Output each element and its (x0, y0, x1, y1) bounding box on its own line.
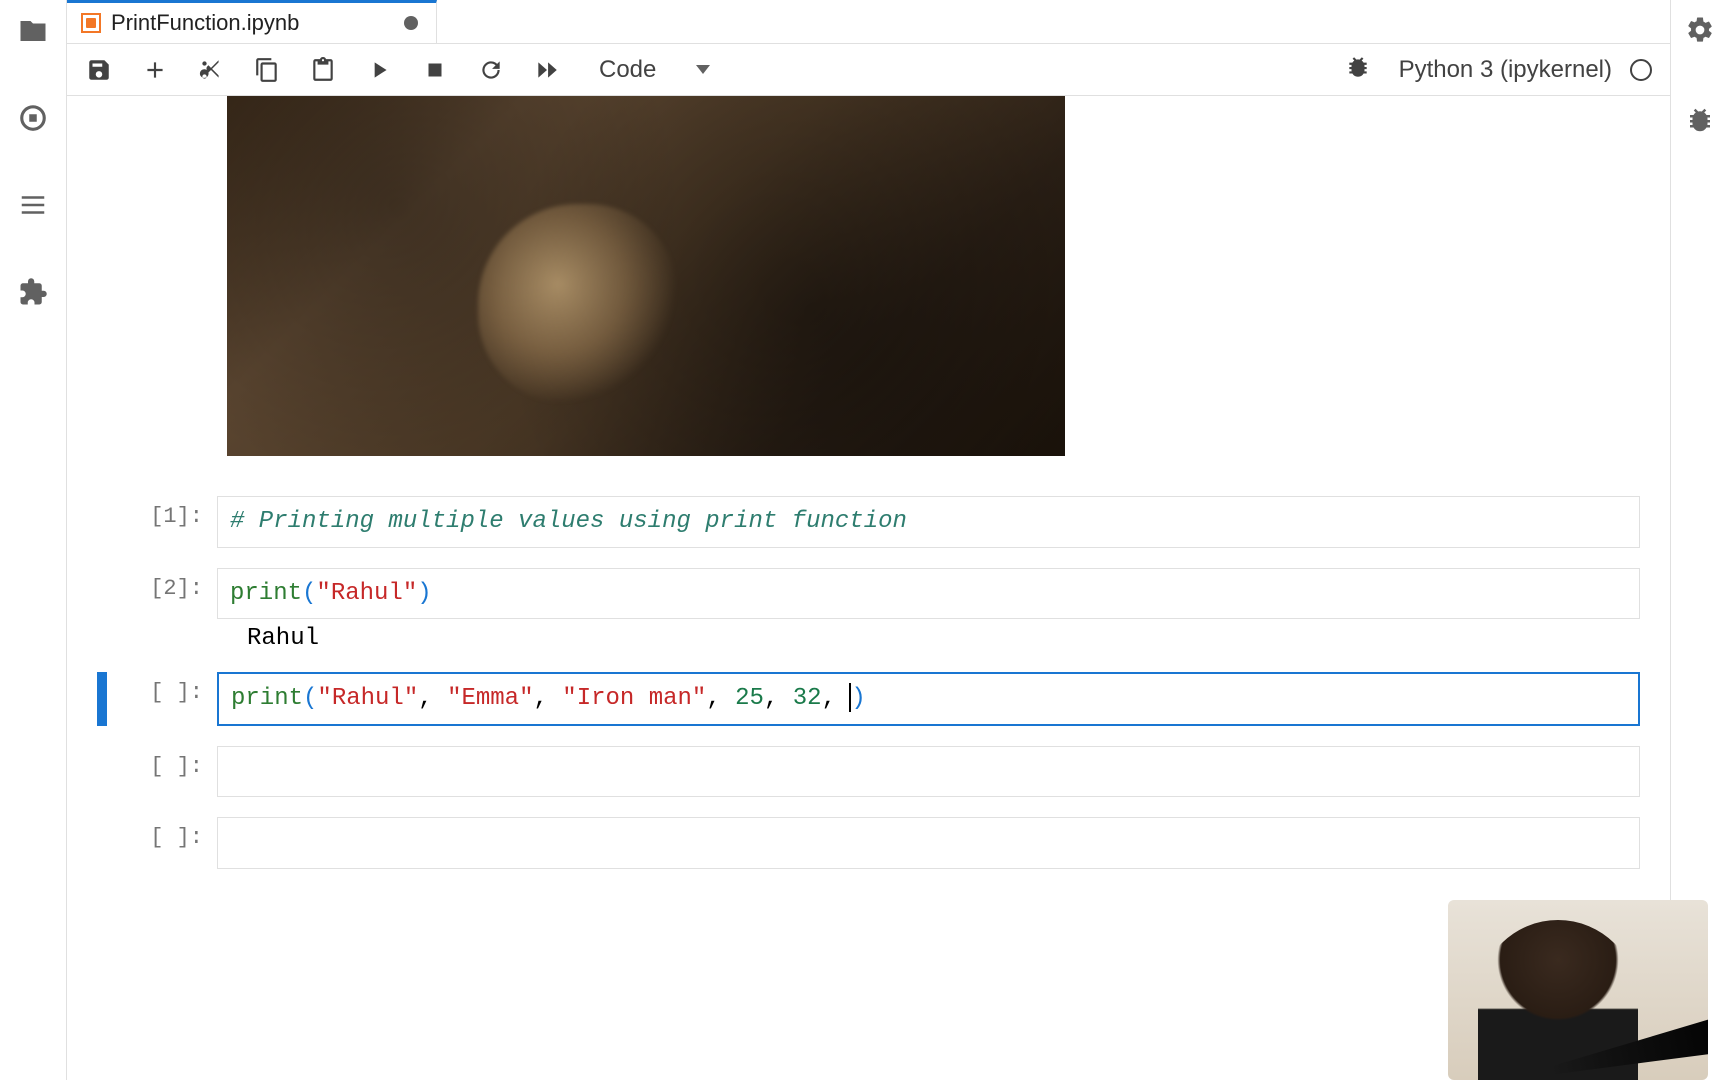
save-button[interactable] (85, 56, 113, 84)
extensions-icon[interactable] (17, 276, 49, 308)
debugger-icon[interactable] (1685, 105, 1715, 140)
tab-bar: PrintFunction.ipynb (67, 0, 1670, 44)
left-activity-bar (0, 0, 67, 1080)
notebook-toolbar: Code Python 3 (ipykernel) (67, 44, 1670, 96)
run-button[interactable] (365, 56, 393, 84)
cell-prompt: [1]: (117, 496, 217, 548)
code-input[interactable]: print("Rahul") (217, 568, 1640, 620)
paste-button[interactable] (309, 56, 337, 84)
code-input[interactable] (217, 817, 1640, 869)
copy-button[interactable] (253, 56, 281, 84)
code-input[interactable] (217, 746, 1640, 798)
kernel-idle-icon (1630, 59, 1652, 81)
kernel-name: Python 3 (ipykernel) (1399, 56, 1612, 84)
cell-type-select[interactable]: Code (599, 56, 716, 84)
interrupt-button[interactable] (421, 56, 449, 84)
code-cell[interactable]: [ ]: (97, 817, 1640, 869)
code-input[interactable]: print("Rahul", "Emma", "Iron man", 25, 3… (217, 672, 1640, 726)
property-inspector-icon[interactable] (1685, 15, 1715, 50)
run-all-button[interactable] (533, 56, 561, 84)
debug-button[interactable] (1345, 54, 1371, 85)
cell-prompt: [ ]: (117, 746, 217, 798)
code-input[interactable]: # Printing multiple values using print f… (217, 496, 1640, 548)
restart-button[interactable] (477, 56, 505, 84)
kernel-selector[interactable]: Python 3 (ipykernel) (1399, 56, 1652, 84)
add-cell-button[interactable] (141, 56, 169, 84)
code-cell-active[interactable]: [ ]: print("Rahul", "Emma", "Iron man", … (97, 672, 1640, 726)
code-cell[interactable]: [1]: # Printing multiple values using pr… (97, 496, 1640, 548)
notebook-tab[interactable]: PrintFunction.ipynb (67, 0, 437, 43)
cell-type-label: Code (599, 56, 656, 84)
comment-text: # Printing multiple values using print f… (230, 508, 907, 535)
toc-icon[interactable] (17, 189, 49, 221)
cell-prompt: [2]: (117, 568, 217, 620)
cell-output: Rahul (247, 625, 1640, 652)
chevron-down-icon (696, 65, 710, 74)
cell-prompt: [ ]: (117, 817, 217, 869)
tab-title: PrintFunction.ipynb (111, 10, 299, 36)
main-panel: PrintFunction.ipynb Code Python 3 (ipyke… (67, 0, 1670, 1080)
code-cell[interactable]: [ ]: (97, 746, 1640, 798)
notebook-icon (81, 13, 101, 33)
tab-unsaved-indicator[interactable] (404, 16, 418, 30)
cut-button[interactable] (197, 56, 225, 84)
webcam-overlay (1448, 900, 1708, 1080)
code-cell[interactable]: [2]: print("Rahul") (97, 568, 1640, 620)
notebook-body[interactable]: [1]: # Printing multiple values using pr… (67, 96, 1670, 1080)
folder-icon[interactable] (17, 15, 49, 47)
image-output (227, 96, 1065, 456)
cell-prompt: [ ]: (117, 672, 217, 726)
running-kernels-icon[interactable] (17, 102, 49, 134)
